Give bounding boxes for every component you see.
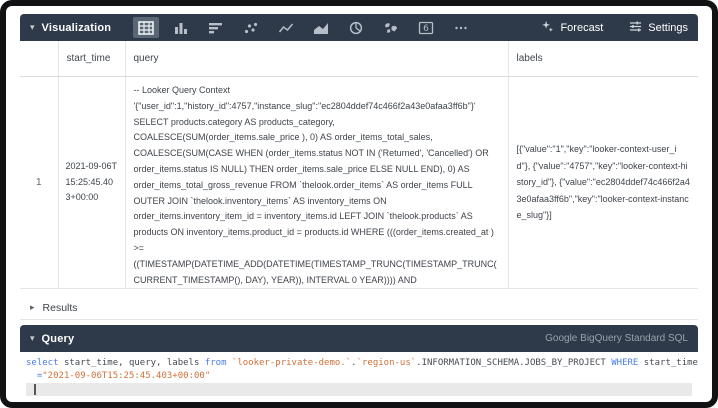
viz-type-bar-chart-icon[interactable] — [203, 17, 229, 38]
sql-code-line: select start_time, query, labels from `l… — [26, 357, 698, 370]
settings-button[interactable]: Settings — [629, 20, 688, 36]
results-table: start_time query labels 1 2021-09-06T15:… — [20, 41, 698, 289]
query-collapse-icon[interactable]: ▾ — [30, 334, 35, 344]
query-title[interactable]: Query — [42, 333, 75, 345]
forecast-icon — [541, 20, 554, 36]
visualization-title[interactable]: Visualization — [42, 22, 112, 34]
viz-type-table-icon[interactable] — [133, 17, 159, 38]
forecast-button[interactable]: Forecast — [541, 20, 603, 36]
query-cell[interactable]: -- Looker Query Context '{"user_id":1,"h… — [125, 77, 508, 289]
viz-type-area-chart-icon[interactable] — [308, 17, 334, 38]
column-header-query[interactable]: query — [125, 41, 508, 77]
forecast-label: Forecast — [560, 22, 603, 34]
viz-type-column-chart-icon[interactable] — [168, 17, 194, 38]
app-window: ▾ Visualization 6 Forecast Settings — [6, 6, 712, 402]
visualization-collapse-icon[interactable]: ▾ — [30, 23, 35, 33]
table-header-row: start_time query labels — [20, 41, 698, 77]
settings-sliders-icon — [629, 20, 642, 36]
viz-type-pie-chart-icon[interactable] — [343, 17, 369, 38]
viz-type-map-icon[interactable] — [378, 17, 404, 38]
column-header-start-time[interactable]: start_time — [58, 41, 125, 77]
results-title: Results — [43, 302, 78, 314]
results-section-header[interactable]: ▸ Results — [20, 296, 698, 320]
sql-editor[interactable]: select start_time, query, labels from `l… — [20, 352, 698, 402]
viz-type-scatter-chart-icon[interactable] — [238, 17, 264, 38]
sql-active-line[interactable] — [26, 383, 692, 396]
table-row: 1 2021-09-06T15:25:45.403+00:00 -- Looke… — [20, 77, 698, 289]
visualization-panel: ▾ Visualization 6 Forecast Settings — [20, 14, 698, 289]
labels-cell[interactable]: [{"value":"1","key":"looker-context-user… — [508, 77, 698, 289]
row-number-cell: 1 — [20, 77, 58, 289]
sql-code-line: ="2021-09-06T15:25:45.403+00:00" — [26, 370, 698, 383]
column-header-labels[interactable]: labels — [508, 41, 698, 77]
viz-type-more-icon[interactable] — [448, 17, 474, 38]
start-time-cell[interactable]: 2021-09-06T15:25:45.403+00:00 — [58, 77, 125, 289]
text-cursor — [34, 384, 36, 395]
visualization-panel-header: ▾ Visualization 6 Forecast Settings — [20, 14, 698, 41]
settings-label: Settings — [648, 22, 688, 34]
viz-type-single-value-icon[interactable]: 6 — [413, 17, 439, 38]
screenshot-frame: ▾ Visualization 6 Forecast Settings — [0, 0, 718, 408]
viz-type-toolbar: 6 — [133, 17, 483, 38]
svg-text:6: 6 — [423, 24, 429, 34]
query-panel: ▾ Query Google BigQuery Standard SQL sel… — [20, 325, 698, 402]
sql-dialect-label: Google BigQuery Standard SQL — [545, 333, 688, 344]
results-expand-icon[interactable]: ▸ — [30, 303, 35, 313]
row-number-header — [20, 41, 58, 77]
viz-type-line-chart-icon[interactable] — [273, 17, 299, 38]
query-panel-header: ▾ Query Google BigQuery Standard SQL — [20, 325, 698, 352]
